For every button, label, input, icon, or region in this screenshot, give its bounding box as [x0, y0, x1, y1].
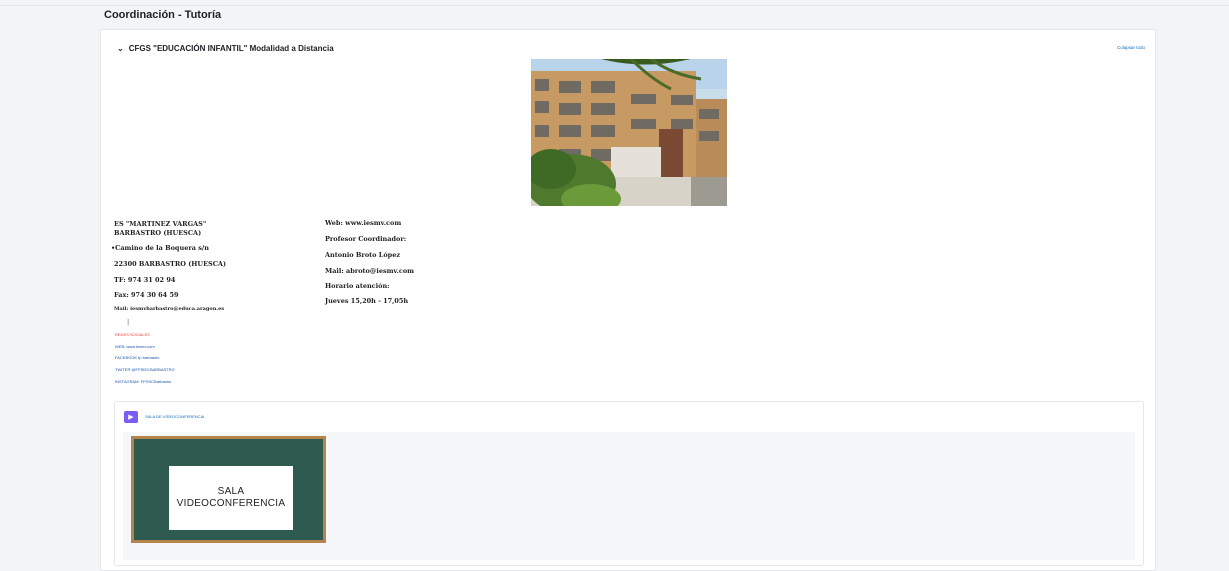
social-heading: REDES SOCIALES: [115, 332, 150, 337]
schedule-hours: Jueves 15,20h - 17,05h: [325, 297, 409, 305]
school-name: ES "MARTINEZ VARGAS": [114, 220, 207, 228]
chalkboard: SALA VIDEOCONFERENCIA: [134, 439, 323, 540]
text-cursor-icon: |: [127, 318, 130, 326]
section-toggle[interactable]: ⌄ CFGS "EDUCACIÓN INFANTIL" Modalidad a …: [117, 44, 334, 53]
activity-name-link[interactable]: SALA DE VIDEOCONFERENCIA: [145, 414, 204, 419]
school-address: •Camino de la Boquera s/n: [111, 244, 209, 252]
activity-videoconference: ▶ SALA DE VIDEOCONFERENCIA SALA VIDEOCON…: [114, 401, 1144, 566]
collapse-all-link[interactable]: Colapsar todo: [1117, 45, 1145, 50]
school-mail: Mail: iesmvbarbastro@educa.aragon.es: [114, 306, 225, 312]
school-location: BARBASTRO (HUESCA): [114, 229, 202, 237]
coordinator-label: Profesor Coordinador:: [325, 235, 407, 243]
coordinator-name: Antonio Broto López: [325, 251, 401, 259]
social-instagram-link[interactable]: INSTAGRAM: FPSSCBarbastro: [115, 379, 171, 384]
page-title: Coordinación - Tutoría: [104, 9, 222, 21]
section-title: CFGS "EDUCACIÓN INFANTIL" Modalidad a Di…: [128, 44, 334, 53]
school-city: 22300 BARBASTRO (HUESCA): [114, 260, 227, 268]
social-facebook-link[interactable]: FACEBOOK fp.barbastro: [115, 355, 159, 360]
school-phone: TF: 974 31 02 94: [114, 276, 176, 284]
banner-line-1: SALA: [217, 486, 245, 497]
video-play-icon: ▶: [124, 411, 138, 423]
schedule-label: Horario atención:: [325, 282, 390, 290]
social-web-link[interactable]: WEB: www.iesmv.com: [115, 344, 155, 349]
banner-line-2: VIDEOCONFERENCIA: [176, 498, 286, 509]
school-fax: Fax: 974 30 64 59: [114, 291, 179, 299]
videoconference-banner[interactable]: SALA VIDEOCONFERENCIA: [131, 436, 326, 543]
school-building-photo: [531, 59, 727, 206]
social-twitter-link[interactable]: TWITER @FPSIECBARBASTRO: [115, 367, 175, 372]
coordinator-mail: Mail: abroto@iesmv.com: [325, 267, 415, 275]
chevron-down-icon: ⌄: [117, 44, 124, 53]
school-web: Web: www.iesmv.com: [325, 219, 402, 227]
activity-description: SALA VIDEOCONFERENCIA: [123, 432, 1135, 560]
top-bar: [0, 0, 1229, 6]
banner-label: SALA VIDEOCONFERENCIA: [169, 466, 293, 530]
